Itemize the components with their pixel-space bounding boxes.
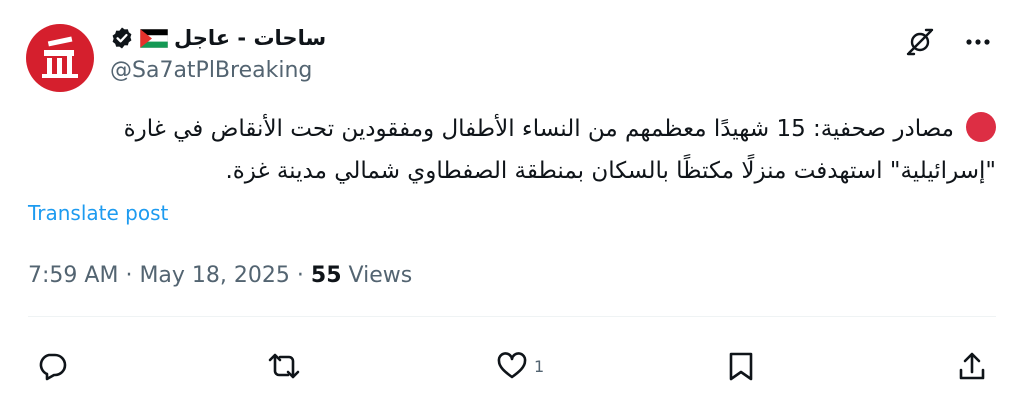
meta-separator: · [296, 263, 304, 288]
tweet-text-block: مصادر صحفية: 15 شهيدًا معظمهم من النساء … [24, 108, 996, 192]
author-name-row: ساحات - عاجل [110, 24, 326, 52]
heart-icon [497, 352, 527, 379]
action-bar: 1 [0, 346, 1024, 386]
tweet-meta: 7:59 AM · May 18, 2025 · 55 Views [28, 258, 412, 294]
tweet-date[interactable]: May 18, 2025 [139, 263, 289, 288]
like-count: 1 [534, 356, 545, 376]
bookmark-button[interactable] [726, 346, 756, 386]
share-icon [959, 352, 985, 380]
meta-separator: · [125, 263, 133, 288]
reply-button[interactable] [36, 346, 68, 386]
views-count: 55 [310, 263, 342, 288]
divider [28, 316, 996, 317]
reply-icon [39, 353, 67, 381]
verified-badge-icon[interactable] [110, 26, 134, 50]
sa7at-logo-icon [42, 36, 78, 78]
grok-icon [906, 28, 934, 56]
user-handle[interactable]: @Sa7atPlBreaking [110, 58, 312, 83]
top-actions [902, 24, 996, 60]
palestine-flag-icon [140, 28, 168, 48]
repost-button[interactable] [266, 346, 302, 386]
tweet-time[interactable]: 7:59 AM [28, 263, 118, 288]
bookmark-icon [729, 352, 753, 381]
avatar[interactable] [26, 24, 94, 92]
views-label: Views [348, 263, 413, 288]
translate-post-link[interactable]: Translate post [28, 201, 168, 225]
red-circle-emoji [966, 112, 996, 142]
tweet-text: مصادر صحفية: 15 شهيدًا معظمهم من النساء … [123, 116, 996, 184]
repost-icon [268, 353, 300, 379]
grok-button[interactable] [902, 24, 938, 60]
display-name[interactable]: ساحات - عاجل [174, 26, 326, 50]
share-button[interactable] [956, 346, 988, 386]
more-icon [966, 39, 990, 45]
more-button[interactable] [960, 24, 996, 60]
like-button[interactable]: 1 [496, 346, 544, 386]
